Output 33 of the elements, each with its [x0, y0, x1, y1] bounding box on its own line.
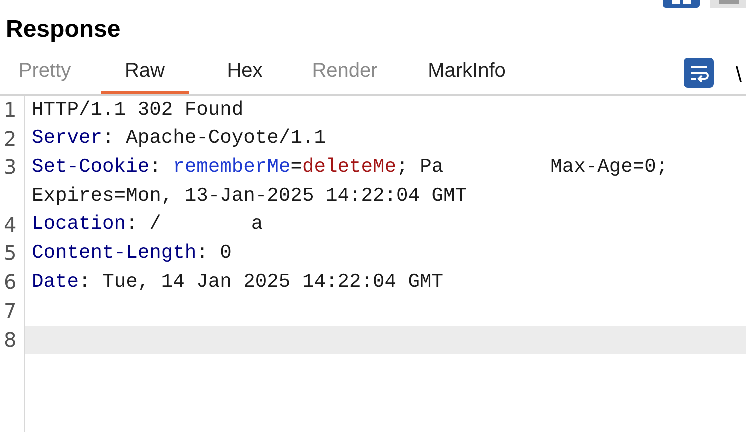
word-wrap-icon[interactable] — [684, 58, 714, 88]
cookie-name: rememberMe — [173, 155, 291, 180]
line-number: 8 — [4, 328, 17, 352]
header-name: Location — [32, 212, 126, 238]
code-text: ; Pa — [396, 155, 444, 180]
code-text: a — [251, 212, 264, 238]
line-number: 4 — [4, 212, 17, 237]
tab[interactable]: MarkInfo — [411, 52, 523, 94]
code-text: HTTP/1.1 302 Found — [32, 98, 244, 123]
cookie-value: deleteMe — [302, 155, 397, 180]
header-name: Server — [32, 126, 103, 152]
line-number: 2 — [4, 126, 17, 151]
code-text: : Tue, 14 Jan 2025 14:22:04 GMT — [79, 270, 444, 295]
code-text: Expires=Mon, 13-Jan-2025 14:22:04 GMT — [32, 184, 468, 209]
code-text: Max-Age=0; — [550, 155, 668, 180]
newline-toggle[interactable]: \ — [736, 60, 742, 90]
line-number: 5 — [4, 241, 17, 266]
panel-title: Response — [6, 15, 121, 45]
code-text: : / — [126, 212, 162, 238]
code-text: : — [150, 155, 162, 180]
header-name: Set-Cookie — [32, 155, 150, 180]
tab[interactable]: Raw — [101, 52, 189, 94]
line-number: 7 — [4, 298, 17, 323]
layout-icon[interactable] — [663, 0, 700, 8]
line-number: 6 — [4, 270, 17, 294]
code-text: : 0 — [196, 241, 232, 266]
line-number: 3 — [4, 155, 17, 180]
code-text: : Apache-Coyote/1.1 — [102, 126, 326, 152]
header-name: Date — [32, 270, 80, 295]
header-name: Content-Length — [32, 241, 197, 266]
code-text: = — [290, 155, 302, 180]
line-number: 1 — [4, 98, 17, 122]
tab[interactable]: Hex — [201, 52, 289, 94]
